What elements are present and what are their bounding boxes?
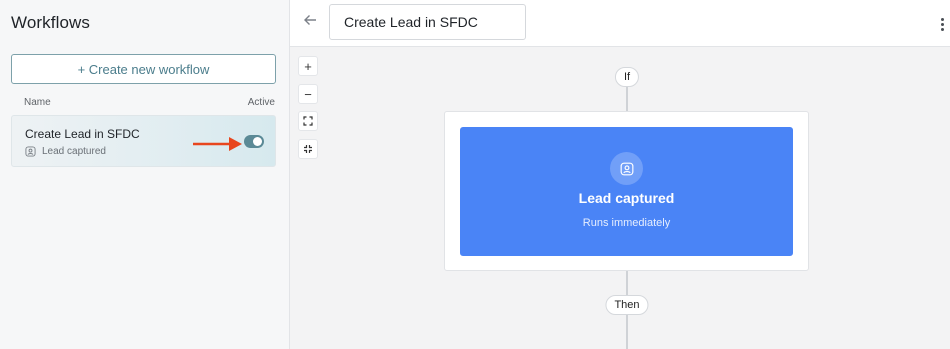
column-header-active: Active <box>247 97 275 108</box>
collapse-view-button[interactable] <box>298 139 318 159</box>
trigger-node: Lead captured Runs immediately <box>444 111 809 271</box>
workflow-trigger-label: Lead captured <box>42 146 106 157</box>
trigger-subtitle: Runs immediately <box>582 217 671 229</box>
connector-line <box>626 86 628 112</box>
trigger-card[interactable]: Lead captured Runs immediately <box>460 127 793 256</box>
zoom-in-button[interactable]: + <box>298 56 318 76</box>
trigger-icon-circle <box>610 152 643 185</box>
fit-view-button[interactable] <box>298 111 318 131</box>
workflow-title-input[interactable]: Create Lead in SFDC <box>329 4 526 40</box>
back-button[interactable] <box>300 12 320 32</box>
user-badge-icon <box>25 146 36 157</box>
sidebar: Workflows + Create new workflow Name Act… <box>0 0 290 349</box>
workflow-trigger: Lead captured <box>25 146 106 157</box>
if-label: If <box>614 67 640 87</box>
arrow-left-icon <box>304 15 316 25</box>
annotation-arrow-icon <box>193 137 242 151</box>
collapse-icon <box>304 145 312 153</box>
column-header-name: Name <box>24 97 51 108</box>
kebab-menu-icon[interactable] <box>936 14 948 34</box>
workflow-active-toggle[interactable] <box>244 135 264 148</box>
create-workflow-button[interactable]: + Create new workflow <box>11 54 276 84</box>
zoom-out-button[interactable]: − <box>298 84 318 104</box>
then-label: Then <box>605 295 649 315</box>
workflow-name: Create Lead in SFDC <box>25 127 140 141</box>
editor-header: Create Lead in SFDC <box>290 0 950 47</box>
workflow-canvas[interactable]: + − If Lead captured Runs immediately Th… <box>290 48 950 349</box>
user-badge-icon <box>620 162 633 175</box>
sidebar-title: Workflows <box>11 13 90 32</box>
expand-icon <box>303 116 313 126</box>
trigger-title: Lead captured <box>578 190 675 206</box>
